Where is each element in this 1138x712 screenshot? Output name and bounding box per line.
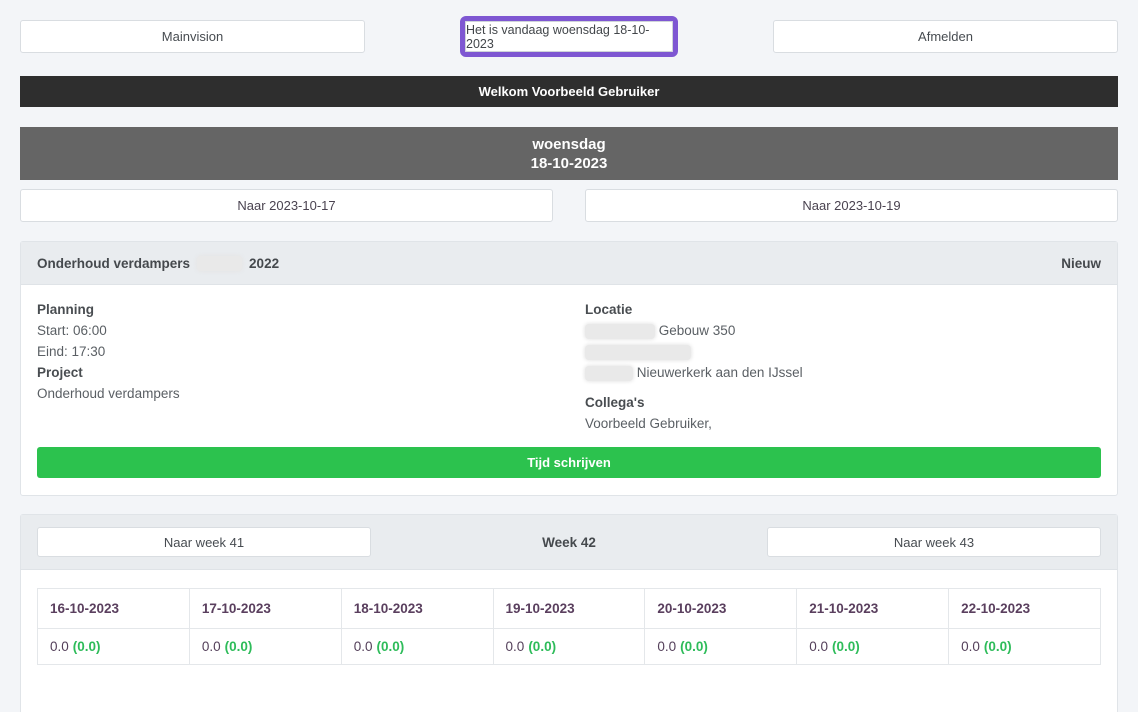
hours-cell: 0.0 (0.0) [796,628,950,665]
location-column: Locatie Gebouw 350 Nieuwerkerk aan den I… [569,299,1101,434]
week-table-header-row: 16-10-2023 17-10-2023 18-10-2023 19-10-2… [37,588,1101,629]
hours-cell: 0.0 (0.0) [188,628,342,665]
colleagues-names: Voorbeeld Gebruiker, [585,416,712,431]
appointment-title: Onderhoud verdampers 2022 [37,255,280,271]
day-banner-date: 18-10-2023 [530,154,608,172]
project-heading: Project [37,365,83,380]
planning-column: Planning Start: 06:00 Eind: 17:30 Projec… [37,299,569,434]
date-column-header: 17-10-2023 [188,588,342,629]
redacted-blur [585,344,691,360]
date-column-header: 22-10-2023 [948,588,1101,629]
appointment-title-text: Onderhoud verdampers [37,255,191,271]
hours-planned: (0.0) [983,639,1012,654]
project-name: Onderhoud verdampers [37,386,180,401]
hours-planned: (0.0) [680,639,708,654]
current-week-label: Week 42 [542,534,596,550]
hours-logged: 0.0 [961,639,980,654]
write-time-button[interactable]: Tijd schrijven [37,447,1101,478]
hours-planned: (0.0) [832,639,860,654]
week-card: Naar week 41 Week 42 Naar week 43 16-10-… [20,514,1118,712]
week-hours-table: 16-10-2023 17-10-2023 18-10-2023 19-10-2… [37,588,1101,665]
redacted-blur [585,365,633,381]
welcome-bar: Welkom Voorbeeld Gebruiker [20,76,1118,107]
appointment-card-body: Planning Start: 06:00 Eind: 17:30 Projec… [21,285,1117,434]
prev-day-button[interactable]: Naar 2023-10-17 [20,189,553,222]
date-column-header: 16-10-2023 [37,588,190,629]
location-line2 [585,341,1101,362]
appointment-title-year: 2022 [249,255,280,271]
planning-start: Start: 06:00 [37,323,107,338]
logout-button[interactable]: Afmelden [773,20,1118,53]
hours-planned: (0.0) [528,639,557,654]
location-line1: Gebouw 350 [585,320,1101,341]
page: Mainvision Het is vandaag woensdag 18-10… [0,16,1138,712]
location-line3: Nieuwerkerk aan den IJssel [585,362,1101,383]
location-city: Nieuwerkerk aan den IJssel [636,365,803,380]
week-table-area: 16-10-2023 17-10-2023 18-10-2023 19-10-2… [21,570,1117,665]
hours-logged: 0.0 [50,639,69,654]
hours-planned: (0.0) [72,639,101,654]
today-date-button[interactable]: Het is vandaag woensdag 18-10-2023 [465,21,673,52]
planning-end: Eind: 17:30 [37,344,106,359]
hours-cell: 0.0 (0.0) [340,628,494,665]
date-column-header: 19-10-2023 [492,588,646,629]
redacted-blur [585,323,655,339]
hours-cell: 0.0 (0.0) [644,628,798,665]
hours-logged: 0.0 [505,639,525,654]
next-week-button[interactable]: Naar week 43 [766,527,1101,557]
hours-cell: 0.0 (0.0) [492,628,646,665]
hours-logged: 0.0 [353,639,373,654]
mainvision-button[interactable]: Mainvision [20,20,365,53]
status-badge: Nieuw [1061,255,1101,271]
hours-cell: 0.0 (0.0) [948,628,1101,665]
appointment-card: Onderhoud verdampers 2022 Nieuw Planning… [20,241,1118,496]
hours-logged: 0.0 [657,639,677,654]
day-banner-weekday: woensdag [532,135,606,153]
hours-planned: (0.0) [224,639,253,654]
redacted-blur [197,255,243,271]
hours-planned: (0.0) [376,639,405,654]
top-bar: Mainvision Het is vandaag woensdag 18-10… [20,16,1118,57]
hours-cell: 0.0 (0.0) [37,628,190,665]
hours-logged: 0.0 [809,639,828,654]
date-column-header: 18-10-2023 [340,588,494,629]
appointment-card-header: Onderhoud verdampers 2022 Nieuw [21,242,1117,285]
prev-week-button[interactable]: Naar week 41 [37,527,371,557]
location-building: Gebouw 350 [658,323,736,338]
week-navigation: Naar week 41 Week 42 Naar week 43 [21,515,1117,570]
today-highlight-frame: Het is vandaag woensdag 18-10-2023 [460,16,678,57]
day-navigation: Naar 2023-10-17 Naar 2023-10-19 [20,189,1118,222]
hours-logged: 0.0 [201,639,221,654]
date-column-header: 21-10-2023 [796,588,950,629]
location-heading: Locatie [585,302,633,317]
date-column-header: 20-10-2023 [644,588,798,629]
next-day-button[interactable]: Naar 2023-10-19 [585,189,1118,222]
planning-heading: Planning [37,302,94,317]
day-banner: woensdag 18-10-2023 [20,127,1118,180]
colleagues-heading: Collega's [585,395,645,410]
appointment-action-row: Tijd schrijven [21,434,1117,495]
week-table-values-row: 0.0 (0.0) 0.0 (0.0) 0.0 (0.0) 0.0 (0.0) 0.0(… [37,628,1101,665]
